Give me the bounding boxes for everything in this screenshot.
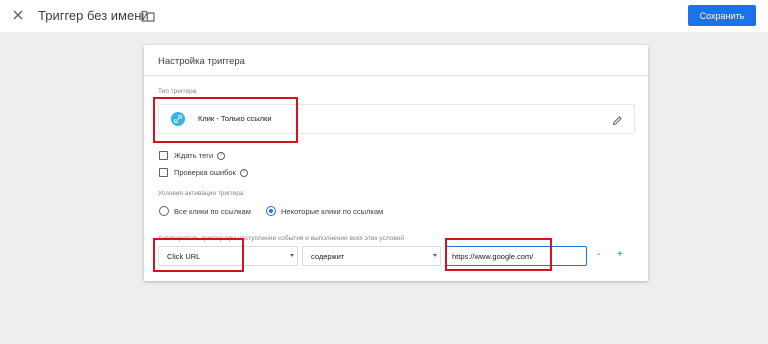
operator-select[interactable]: содержит bbox=[302, 246, 441, 266]
pencil-icon[interactable] bbox=[612, 113, 623, 126]
close-icon[interactable] bbox=[10, 7, 26, 23]
add-condition-button[interactable]: + bbox=[617, 250, 623, 260]
condition-value-input[interactable] bbox=[445, 246, 587, 266]
variable-select[interactable]: Click URL bbox=[158, 246, 298, 266]
page-title: Триггер без имени bbox=[38, 8, 149, 23]
trigger-type-name: Клик - Только ссылки bbox=[198, 114, 272, 123]
wait-for-tags-label: Ждать теги bbox=[174, 151, 214, 160]
card-title: Настройка триггера bbox=[158, 56, 245, 67]
remove-condition-button[interactable]: - bbox=[597, 250, 600, 260]
condition-label: Активировать триггер при наступлении соб… bbox=[158, 235, 405, 242]
top-bar: Триггер без имени Сохранить bbox=[0, 0, 768, 32]
help-icon[interactable]: ? bbox=[217, 152, 225, 160]
trigger-config-card: Настройка триггера Тип триггера Клик - Т… bbox=[144, 45, 648, 281]
variable-select-value: Click URL bbox=[167, 252, 201, 261]
save-button[interactable]: Сохранить bbox=[688, 5, 756, 26]
trigger-type-label: Тип триггера bbox=[158, 88, 197, 95]
radio-some-clicks-label: Некоторые клики по ссылкам bbox=[281, 207, 384, 216]
activation-label: Условия активации триггера bbox=[158, 190, 244, 197]
radio-all-clicks-label: Все клики по ссылкам bbox=[174, 207, 251, 216]
link-icon bbox=[171, 112, 185, 126]
wait-for-tags-checkbox[interactable] bbox=[159, 151, 168, 160]
check-errors-checkbox[interactable] bbox=[159, 168, 168, 177]
divider bbox=[144, 75, 648, 76]
check-errors-label: Проверка ошибок bbox=[174, 168, 236, 177]
dropdown-arrow-icon bbox=[433, 254, 437, 257]
folder-icon[interactable] bbox=[141, 9, 155, 22]
radio-all-clicks[interactable] bbox=[159, 206, 169, 216]
operator-select-value: содержит bbox=[311, 252, 345, 261]
radio-some-clicks[interactable] bbox=[266, 206, 276, 216]
dropdown-arrow-icon bbox=[290, 254, 294, 257]
help-icon[interactable]: ? bbox=[240, 169, 248, 177]
